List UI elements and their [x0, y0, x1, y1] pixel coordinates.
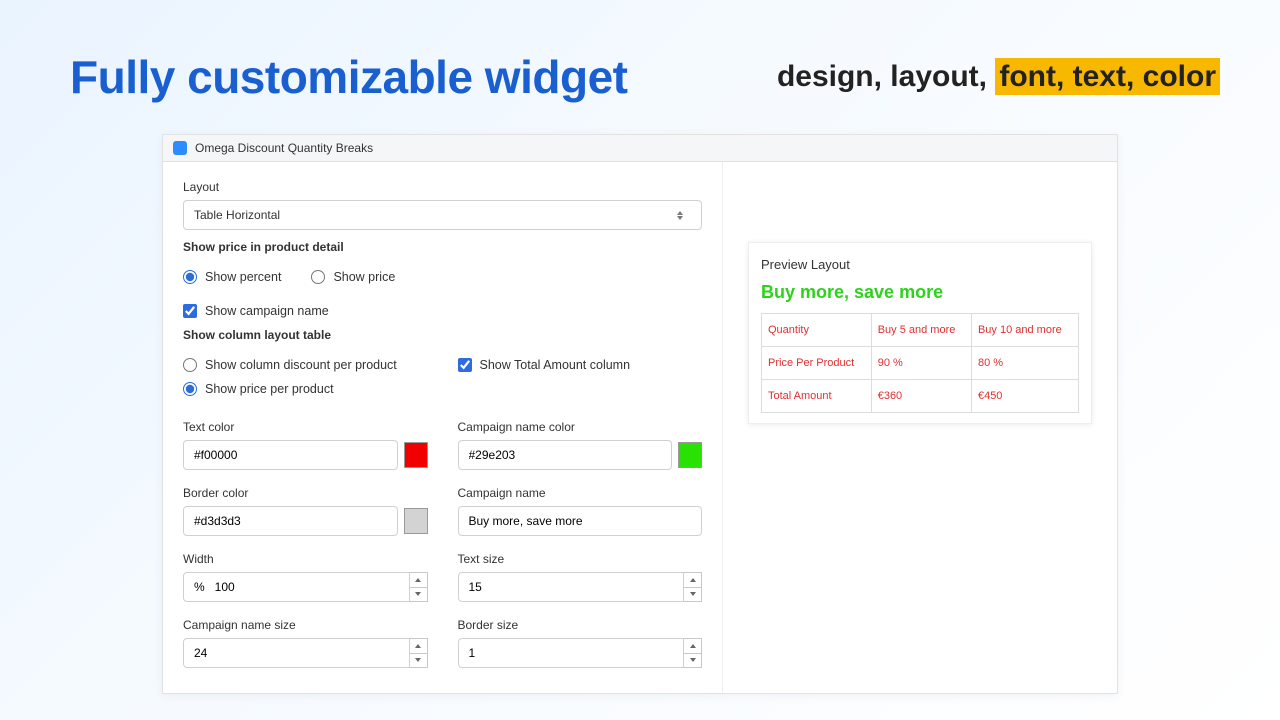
layout-select[interactable]: Table Horizontal	[183, 200, 702, 230]
border-color-input[interactable]	[183, 506, 398, 536]
show-campaign-name-checkbox[interactable]: Show campaign name	[183, 304, 702, 318]
show-price-detail-label: Show price in product detail	[183, 240, 702, 254]
preview-card: Preview Layout Buy more, save more Quant…	[748, 242, 1092, 424]
campaign-color-swatch[interactable]	[678, 442, 702, 468]
page-title: Fully customizable widget	[70, 50, 627, 104]
campaign-size-input[interactable]	[183, 638, 410, 668]
show-price-per-product-label: Show price per product	[205, 382, 334, 396]
show-col-discount-radio[interactable]: Show column discount per product	[183, 358, 428, 372]
table-cell: 90 %	[871, 347, 971, 380]
text-size-spinner[interactable]	[684, 572, 702, 602]
show-campaign-name-label: Show campaign name	[205, 304, 329, 318]
border-size-spinner[interactable]	[684, 638, 702, 668]
subtitle-highlight: font, text, color	[995, 58, 1220, 95]
page-subtitle: design, layout, font, text, color	[777, 60, 1220, 94]
settings-form: Layout Table Horizontal Show price in pr…	[163, 162, 723, 693]
campaign-size-label: Campaign name size	[183, 618, 428, 632]
campaign-color-label: Campaign name color	[458, 420, 703, 434]
text-color-swatch[interactable]	[404, 442, 428, 468]
layout-label: Layout	[183, 180, 702, 194]
show-price-radio[interactable]: Show price	[311, 270, 395, 284]
table-cell: Quantity	[762, 314, 872, 347]
table-cell: Buy 5 and more	[871, 314, 971, 347]
border-size-input[interactable]	[458, 638, 685, 668]
text-size-label: Text size	[458, 552, 703, 566]
border-color-swatch[interactable]	[404, 508, 428, 534]
show-total-amount-checkbox[interactable]: Show Total Amount column	[458, 358, 703, 372]
app-icon	[173, 141, 187, 155]
table-row: Quantity Buy 5 and more Buy 10 and more	[762, 314, 1079, 347]
text-color-input[interactable]	[183, 440, 398, 470]
text-size-input[interactable]	[458, 572, 685, 602]
show-total-amount-label: Show Total Amount column	[480, 358, 631, 372]
panel-header: Omega Discount Quantity Breaks	[163, 135, 1117, 162]
show-percent-radio[interactable]: Show percent	[183, 270, 281, 284]
border-size-label: Border size	[458, 618, 703, 632]
campaign-name-label: Campaign name	[458, 486, 703, 500]
chevron-updown-icon	[677, 208, 691, 222]
table-row: Total Amount €360 €450	[762, 380, 1079, 413]
width-spinner[interactable]	[410, 572, 428, 602]
app-name: Omega Discount Quantity Breaks	[195, 141, 373, 155]
campaign-size-spinner[interactable]	[410, 638, 428, 668]
preview-pane: Preview Layout Buy more, save more Quant…	[723, 162, 1117, 693]
border-color-label: Border color	[183, 486, 428, 500]
show-col-discount-label: Show column discount per product	[205, 358, 397, 372]
show-column-layout-label: Show column layout table	[183, 328, 702, 342]
text-color-label: Text color	[183, 420, 428, 434]
preview-table: Quantity Buy 5 and more Buy 10 and more …	[761, 313, 1079, 413]
table-cell: Buy 10 and more	[971, 314, 1078, 347]
table-cell: €360	[871, 380, 971, 413]
table-cell: Total Amount	[762, 380, 872, 413]
campaign-name-input[interactable]	[458, 506, 703, 536]
preview-title: Preview Layout	[761, 257, 1079, 272]
preview-campaign-name: Buy more, save more	[761, 282, 1079, 303]
subtitle-plain: design, layout,	[777, 60, 995, 93]
layout-select-value: Table Horizontal	[194, 208, 280, 222]
table-cell: 80 %	[971, 347, 1078, 380]
table-row: Price Per Product 90 % 80 %	[762, 347, 1079, 380]
campaign-color-input[interactable]	[458, 440, 673, 470]
show-percent-label: Show percent	[205, 270, 281, 284]
show-price-per-product-radio[interactable]: Show price per product	[183, 382, 428, 396]
width-input[interactable]	[183, 572, 410, 602]
show-price-label: Show price	[333, 270, 395, 284]
table-cell: Price Per Product	[762, 347, 872, 380]
settings-panel: Omega Discount Quantity Breaks Layout Ta…	[162, 134, 1118, 694]
width-label: Width	[183, 552, 428, 566]
table-cell: €450	[971, 380, 1078, 413]
